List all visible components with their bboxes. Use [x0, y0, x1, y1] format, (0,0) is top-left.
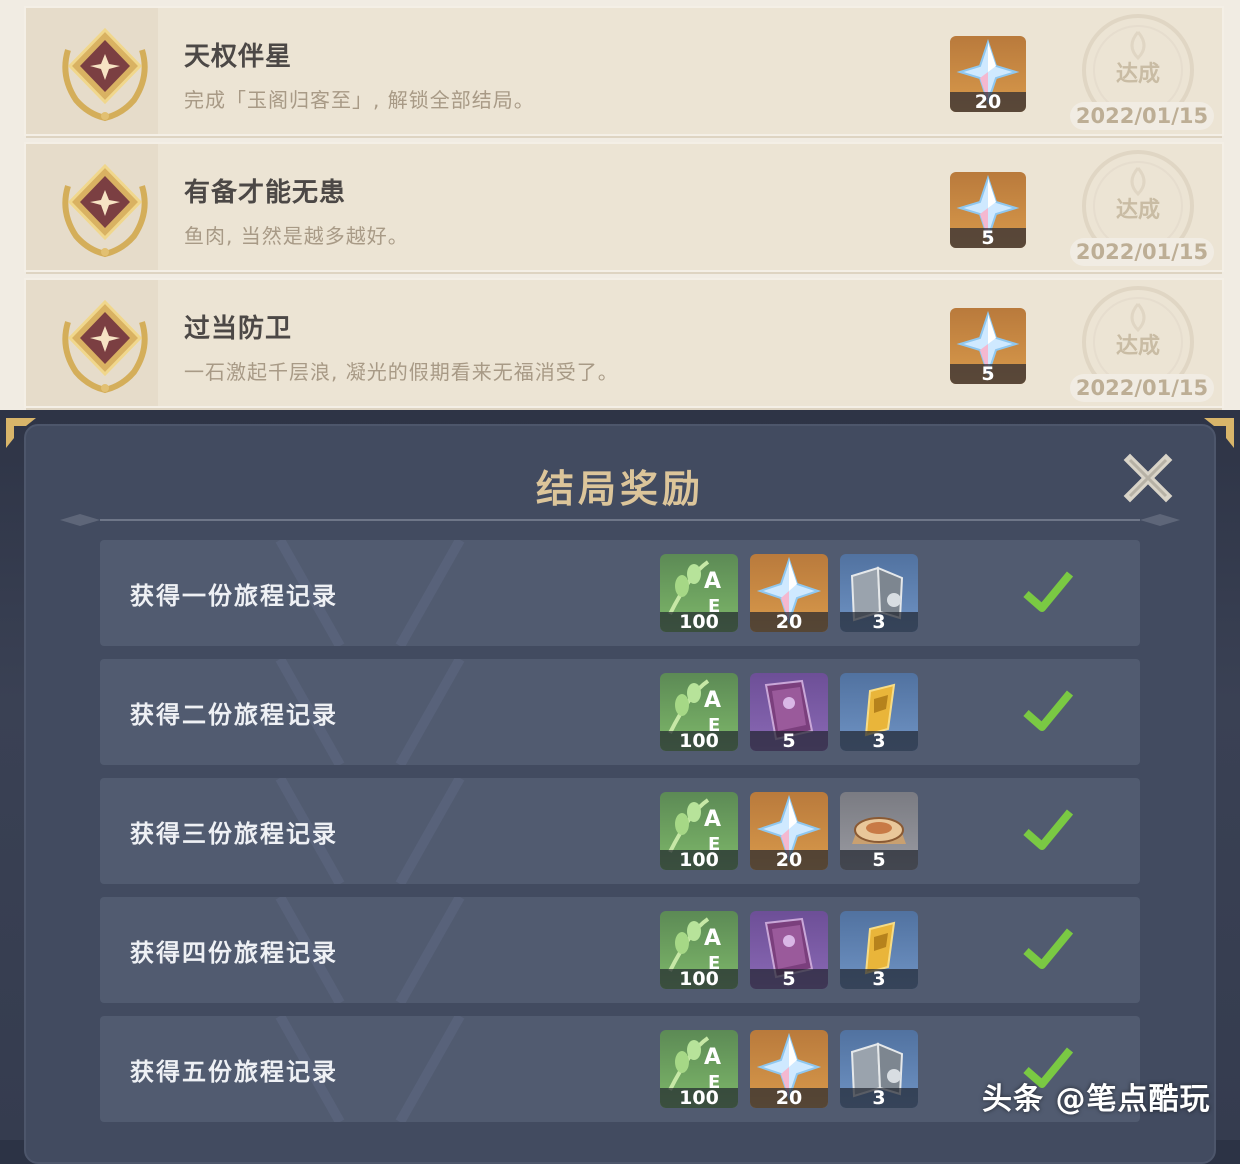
- reward-item[interactable]: 3: [840, 554, 918, 632]
- item-count: 3: [840, 731, 918, 751]
- completion-date: 2022/01/15: [1070, 238, 1214, 266]
- reward-item[interactable]: 3: [840, 673, 918, 751]
- reward-item[interactable]: 5: [750, 911, 828, 989]
- primogem-reward: 20: [950, 36, 1026, 112]
- achievement-title: 天权伴星: [184, 42, 293, 72]
- achievement-title: 过当防卫: [184, 314, 293, 344]
- achievement-title: 有备才能无患: [184, 178, 347, 208]
- item-count: 3: [840, 1088, 918, 1108]
- achievement-card[interactable]: 过当防卫 一石激起千层浪, 凝光的假期看来无福消受了。 5 达成 2022/01…: [24, 278, 1224, 410]
- item-count: 5: [750, 969, 828, 989]
- panel-title: 结局奖励: [535, 467, 704, 511]
- reward-label: 获得三份旅程记录: [130, 820, 338, 848]
- reward-row: 获得二份旅程记录 A E 100 5 3: [100, 659, 1140, 765]
- reward-row: 获得三份旅程记录 A E 100 20 5: [100, 778, 1140, 884]
- item-count: 20: [750, 850, 828, 870]
- reward-item[interactable]: A E 100: [660, 673, 738, 751]
- achievement-medal-icon: [62, 163, 148, 258]
- watermark: 头条 @笔点酷玩: [982, 1082, 1211, 1117]
- reward-item[interactable]: 20: [750, 792, 828, 870]
- item-count: 3: [840, 969, 918, 989]
- achievement-list: 天权伴星 完成「玉阁归客至」, 解锁全部结局。 20 达成 2022/01/15: [0, 0, 1240, 410]
- reward-item[interactable]: 3: [840, 911, 918, 989]
- ending-reward-panel: 结局奖励 获得一份旅程记录 A E 100 20 3 获得二份旅程记录 A E …: [0, 410, 1240, 1164]
- claimed-check-icon: [1023, 809, 1074, 850]
- item-count: 20: [750, 612, 828, 632]
- achievement-card[interactable]: 有备才能无患 鱼肉, 当然是越多越好。 5 达成 2022/01/15: [24, 142, 1224, 274]
- reward-label: 获得一份旅程记录: [130, 582, 338, 610]
- achievement-description: 完成「玉阁归客至」, 解锁全部结局。: [184, 88, 535, 112]
- reward-item[interactable]: A E 100: [660, 554, 738, 632]
- reward-item[interactable]: A E 100: [660, 911, 738, 989]
- item-count: 100: [660, 731, 738, 751]
- close-icon[interactable]: [1122, 452, 1174, 504]
- claimed-check-icon: [1023, 928, 1074, 969]
- reward-item[interactable]: 5: [750, 673, 828, 751]
- reward-count: 5: [950, 364, 1026, 384]
- reward-label: 获得二份旅程记录: [130, 701, 338, 729]
- status-label: 达成: [1116, 334, 1161, 359]
- achievement-medal-icon: [62, 27, 148, 122]
- achievement-card[interactable]: 天权伴星 完成「玉阁归客至」, 解锁全部结局。 20 达成 2022/01/15: [24, 6, 1224, 138]
- achievement-description: 一石激起千层浪, 凝光的假期看来无福消受了。: [184, 360, 619, 384]
- reward-item[interactable]: A E 100: [660, 1030, 738, 1108]
- achievement-description: 鱼肉, 当然是越多越好。: [184, 224, 409, 248]
- reward-row: 获得一份旅程记录 A E 100 20 3: [100, 540, 1140, 646]
- primogem-reward: 5: [950, 308, 1026, 384]
- reward-item[interactable]: 3: [840, 1030, 918, 1108]
- svg-text:A: A: [704, 1045, 721, 1070]
- svg-text:A: A: [704, 807, 721, 832]
- status-label: 达成: [1116, 62, 1161, 87]
- achievement-medal-icon: [62, 299, 148, 394]
- completion-date: 2022/01/15: [1070, 102, 1214, 130]
- item-count: 3: [840, 612, 918, 632]
- reward-count: 20: [950, 92, 1026, 112]
- item-count: 100: [660, 969, 738, 989]
- svg-text:A: A: [704, 569, 721, 594]
- item-count: 20: [750, 1088, 828, 1108]
- reward-item[interactable]: 20: [750, 554, 828, 632]
- item-count: 100: [660, 612, 738, 632]
- corner-ornament-icon: [1204, 418, 1234, 448]
- svg-text:A: A: [704, 926, 721, 951]
- completion-date: 2022/01/15: [1070, 374, 1214, 402]
- item-count: 5: [840, 850, 918, 870]
- claimed-check-icon: [1023, 690, 1074, 731]
- reward-label: 获得四份旅程记录: [130, 939, 338, 967]
- primogem-reward: 5: [950, 172, 1026, 248]
- reward-item[interactable]: 20: [750, 1030, 828, 1108]
- title-divider: [60, 514, 1180, 526]
- reward-item[interactable]: A E 100: [660, 792, 738, 870]
- reward-count: 5: [950, 228, 1026, 248]
- item-count: 100: [660, 1088, 738, 1108]
- svg-text:A: A: [704, 688, 721, 713]
- reward-label: 获得五份旅程记录: [130, 1058, 338, 1086]
- reward-row: 获得四份旅程记录 A E 100 5 3: [100, 897, 1140, 1003]
- corner-ornament-icon: [6, 418, 36, 448]
- item-count: 5: [750, 731, 828, 751]
- reward-item[interactable]: 5: [840, 792, 918, 870]
- item-count: 100: [660, 850, 738, 870]
- claimed-check-icon: [1023, 571, 1074, 612]
- status-label: 达成: [1116, 198, 1161, 223]
